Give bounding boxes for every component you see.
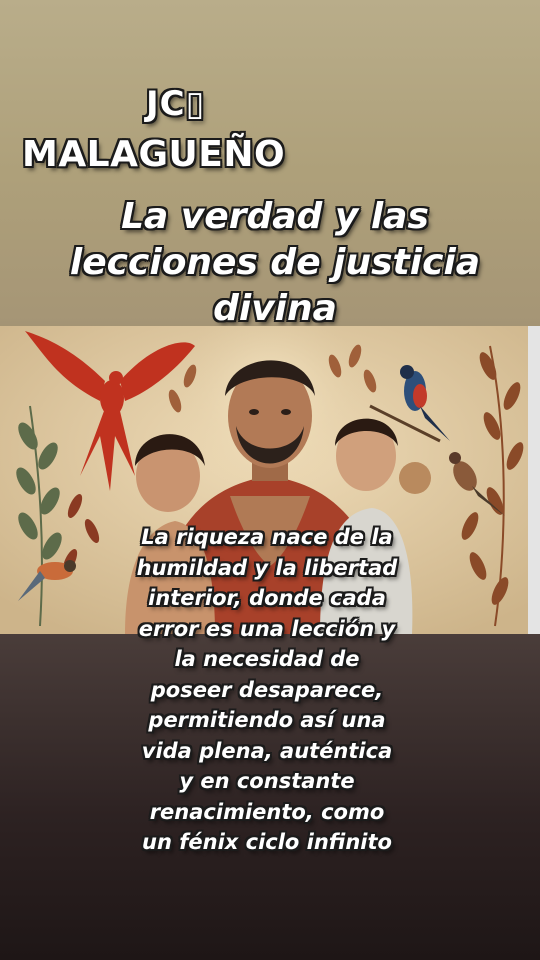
quote-line: vida plena, auténtica: [141, 738, 393, 763]
title-line-2: lecciones de justicia: [69, 242, 481, 283]
author-name-line-1: JC▯: [146, 84, 206, 124]
quote-line: humildad y la libertad: [136, 555, 398, 580]
quote-line: y en constante: [179, 769, 355, 793]
quote-line: poseer desaparece,: [150, 677, 384, 702]
author-name-line-2: MALAGUEÑO: [22, 134, 286, 175]
quote-line: permitiendo así una: [148, 708, 386, 732]
quote-line: la necesidad de: [174, 647, 360, 671]
quote-line: renacimiento, como: [149, 799, 385, 824]
quote-line: un fénix ciclo infinito: [142, 830, 392, 854]
quote-line: error es una lección y: [138, 616, 396, 641]
quote-text: La riqueza nace de la humildad y la libe…: [112, 522, 422, 858]
image-frame-edge: [528, 326, 540, 634]
post-title: La verdad y las lecciones de justicia di…: [30, 194, 520, 332]
quote-line: interior, donde cada: [148, 586, 386, 610]
title-line-1: La verdad y las: [121, 196, 429, 237]
quote-line: La riqueza nace de la: [141, 525, 393, 549]
